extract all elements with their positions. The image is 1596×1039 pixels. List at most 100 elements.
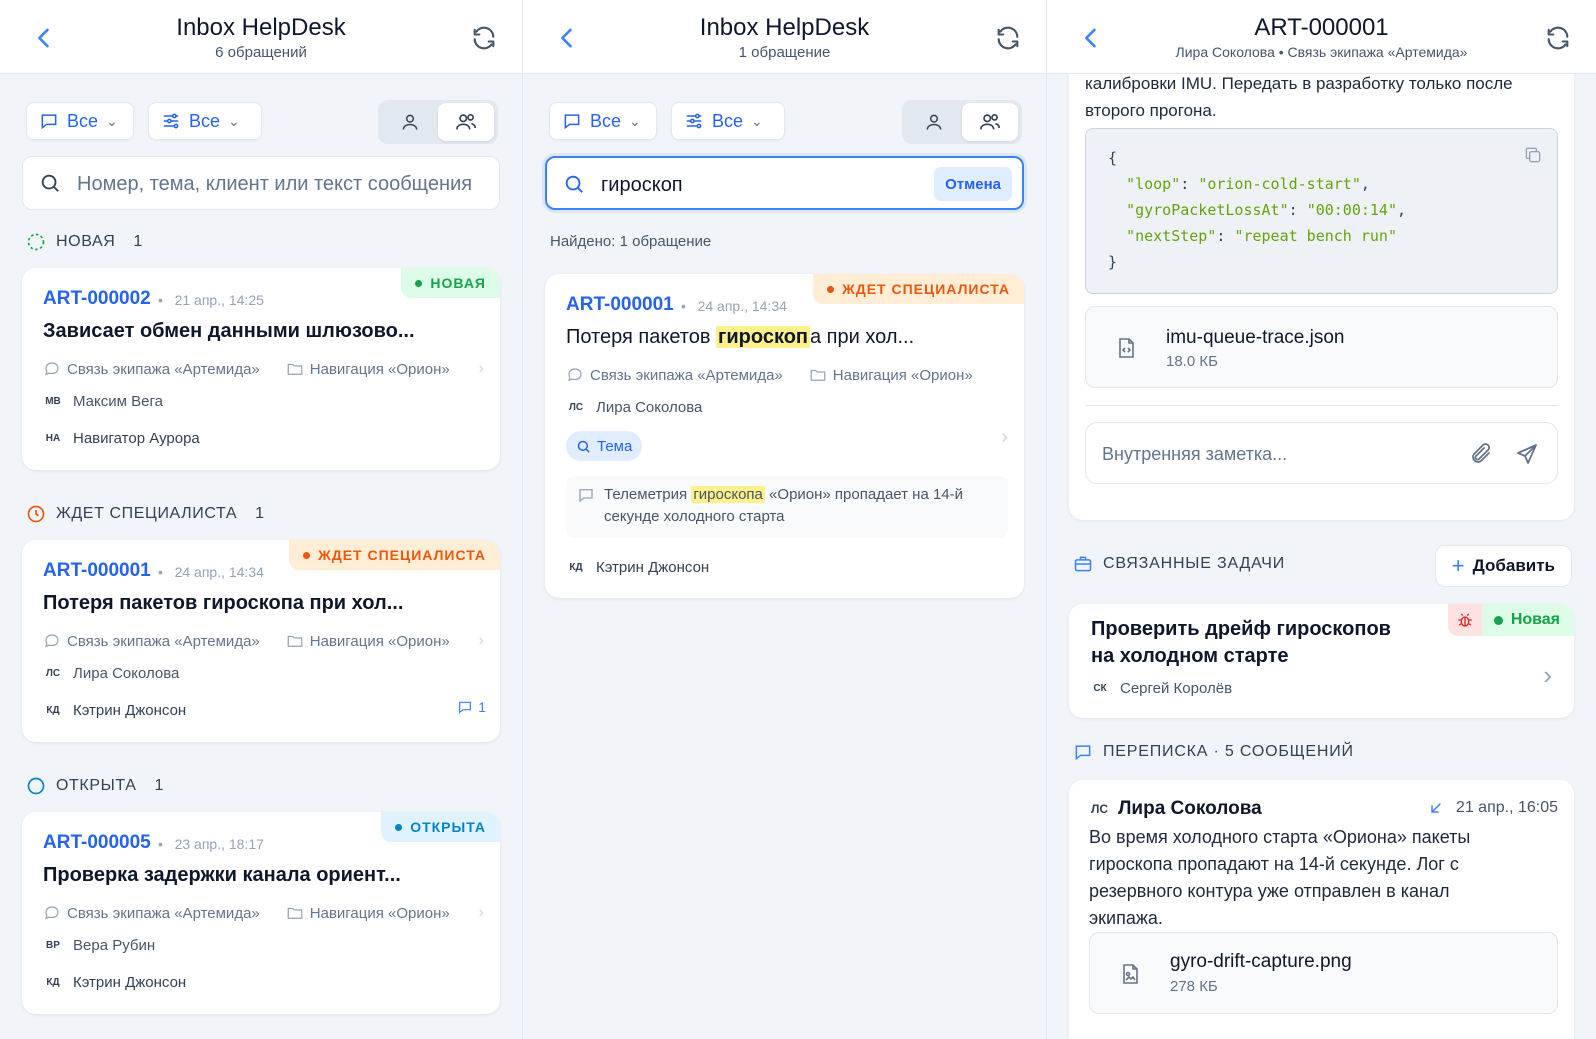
dashed-circle-icon — [27, 233, 45, 251]
search-results-panel: Inbox HelpDesk 1 обращение Все ⌄ Все ⌄ О… — [522, 0, 1046, 1039]
clock-icon — [27, 505, 45, 523]
folder-icon — [287, 635, 303, 647]
send-icon[interactable] — [1515, 442, 1539, 466]
ticket-date: • 23 апр., 18:17 — [158, 836, 264, 852]
internal-note-input[interactable] — [1102, 440, 1422, 468]
channel-filter-button[interactable]: Все ⌄ — [549, 102, 657, 140]
refresh-icon[interactable] — [470, 24, 498, 52]
my-tickets-toggle[interactable] — [906, 103, 962, 141]
task-title-line: на холодном старте — [1091, 645, 1289, 667]
attachment-size: 18.0 КБ — [1166, 353, 1218, 370]
ticket-project: Навигация «Орион» — [309, 360, 450, 378]
assignee-name: Кэтрин Джонсон — [73, 973, 187, 991]
channel-filter-label: Все — [590, 110, 622, 131]
chevron-down-icon: ⌄ — [228, 112, 240, 129]
ticket-card[interactable]: ЖДЕТ СПЕЦИАЛИСТА ART-000001 • 24 апр., 1… — [545, 274, 1024, 598]
user-icon — [402, 114, 418, 130]
title-text: Потеря пакетов — [566, 326, 717, 348]
avatar: СК — [1093, 682, 1107, 694]
ticket-project: Навигация «Орион» — [832, 366, 973, 384]
page-title: ART-000001 — [1254, 14, 1389, 41]
add-task-button[interactable]: + Добавить — [1434, 545, 1572, 587]
ticket-date-value: 21 апр., 14:25 — [174, 292, 264, 308]
back-arrow-icon[interactable] — [1077, 24, 1105, 52]
ticket-client: ВР Вера Рубин — [43, 934, 155, 956]
internal-note-composer — [1085, 422, 1558, 484]
chat-icon — [564, 114, 580, 130]
assignee-name: Навигатор Аурора — [73, 429, 200, 447]
ticket-title: Проверка задержки канала ориент... — [43, 864, 401, 886]
message-line: гироскопа пропадают на 14-й секунде. Лог… — [1089, 854, 1459, 874]
assignee-name: Сергей Королёв — [1120, 679, 1233, 697]
ticket-card[interactable]: ЖДЕТ СПЕЦИАЛИСТА ART-000001 • 24 апр., 1… — [22, 540, 500, 742]
ticket-card[interactable]: ОТКРЫТА ART-000005 • 23 апр., 18:17 Пров… — [22, 812, 500, 1014]
search-input[interactable] — [77, 169, 485, 199]
cancel-search-button[interactable]: Отмена — [934, 167, 1012, 201]
chevron-down-icon: ⌄ — [629, 112, 641, 129]
message-date: 21 апр., 16:05 — [1455, 799, 1558, 816]
my-tickets-toggle[interactable] — [382, 103, 438, 141]
results-count: Найдено: 1 обращение — [550, 233, 712, 250]
ticket-assignee: КД Кэтрин Джонсон — [43, 971, 186, 993]
status-badge: ЖДЕТ СПЕЦИАЛИСТА — [289, 540, 500, 570]
task-assignee: СК Сергей Королёв — [1090, 677, 1232, 699]
note-text: калибровки IMU. Передать в разработку то… — [1085, 70, 1513, 124]
ticket-meta: Связь экипажа «Артемида» Навигация «Орио… — [566, 364, 1008, 386]
avatar: КД — [46, 976, 60, 988]
back-arrow-icon[interactable] — [553, 24, 581, 52]
message-attachment[interactable]: gyro-drift-capture.png 278 КБ — [1089, 932, 1558, 1014]
users-icon — [456, 114, 476, 130]
back-arrow-icon[interactable] — [30, 24, 58, 52]
users-icon — [980, 114, 1000, 130]
search-box — [22, 156, 500, 210]
message-card: ЛС Лира Соколова 21 апр., 16:05 Во время… — [1069, 780, 1574, 1039]
page-title: Inbox HelpDesk — [176, 14, 346, 41]
message-meta: 21 апр., 16:05 — [1428, 799, 1558, 817]
search-highlight: гироскоп — [716, 326, 810, 348]
section-title: ПЕРЕПИСКА · 5 СООБЩЕНИЙ — [1103, 743, 1354, 760]
paperclip-icon[interactable] — [1469, 442, 1493, 466]
group-count: 1 — [133, 233, 143, 250]
refresh-icon[interactable] — [1544, 24, 1572, 52]
user-icon — [926, 114, 942, 130]
task-status-label: Новая — [1510, 611, 1560, 628]
attachment-file[interactable]: imu-queue-trace.json 18.0 КБ — [1085, 306, 1558, 388]
client-name: Лира Соколова — [73, 664, 180, 682]
ticket-date-value: 24 апр., 14:34 — [697, 298, 787, 314]
comment-count-value: 1 — [478, 699, 486, 715]
channel-filter-button[interactable]: Все ⌄ — [26, 102, 134, 140]
all-tickets-toggle[interactable] — [962, 103, 1018, 141]
all-tickets-toggle[interactable] — [438, 103, 494, 141]
briefcase-icon — [1074, 556, 1092, 572]
copy-icon[interactable] — [1523, 145, 1543, 165]
client-name: Максим Вега — [73, 392, 163, 410]
ticket-project: Навигация «Орион» — [309, 904, 450, 922]
thread-header: ПЕРЕПИСКА · 5 СООБЩЕНИЙ — [1073, 742, 1354, 762]
group-header-waiting: ЖДЕТ СПЕЦИАЛИСТА 1 — [26, 502, 264, 526]
search-input[interactable] — [601, 170, 922, 200]
chevron-right-icon: › — [478, 904, 484, 921]
incoming-arrow-icon — [1431, 803, 1441, 813]
title-text: а при хол... — [810, 326, 915, 348]
refresh-icon[interactable] — [994, 24, 1022, 52]
related-task-card[interactable]: Проверить дрейф гироскопов на холодном с… — [1069, 604, 1574, 718]
group-header-new: НОВАЯ 1 — [26, 230, 142, 254]
status-badge: НОВАЯ — [401, 268, 500, 298]
ticket-date: • 24 апр., 14:34 — [681, 298, 787, 314]
status-filter-button[interactable]: Все ⌄ — [671, 102, 785, 140]
match-field-label: Тема — [597, 437, 633, 455]
group-label: ОТКРЫТА — [56, 777, 137, 794]
comment-icon — [1075, 745, 1091, 761]
status-filter-button[interactable]: Все ⌄ — [148, 102, 262, 140]
header: Inbox HelpDesk 1 обращение — [523, 0, 1046, 74]
status-filter-label: Все — [189, 110, 221, 131]
folder-icon — [287, 363, 303, 375]
page-subtitle: Лира Соколова • Связь экипажа «Артемида» — [1175, 44, 1468, 60]
ticket-card[interactable]: НОВАЯ ART-000002 • 21 апр., 14:25 Зависа… — [22, 268, 500, 470]
task-title: Проверить дрейф гироскопов на холодном с… — [1091, 616, 1391, 670]
header: ART-000001 Лира Соколова • Связь экипажа… — [1047, 0, 1596, 74]
note-text-line: калибровки IMU. Передать в разработку то… — [1085, 74, 1513, 93]
ticket-title: Зависает обмен данными шлюзово... — [43, 320, 415, 342]
message-author: ЛС Лира Соколова — [1091, 798, 1262, 820]
section-title: СВЯЗАННЫЕ ЗАДАЧИ — [1103, 555, 1286, 572]
